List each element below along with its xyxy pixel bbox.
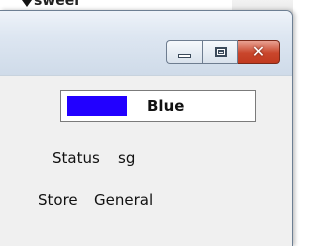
close-icon: ✕ xyxy=(251,42,266,61)
maximize-icon xyxy=(215,47,227,57)
window-controls: ✕ xyxy=(166,40,280,64)
status-label: Status xyxy=(52,149,100,167)
color-swatch xyxy=(67,96,127,116)
color-selector[interactable]: Blue xyxy=(60,90,256,122)
title-bar[interactable]: ✕ xyxy=(0,11,292,75)
color-name: Blue xyxy=(147,97,185,115)
store-value: General xyxy=(94,191,154,209)
minimize-icon xyxy=(178,54,191,58)
window-content: Blue Status sg Store General xyxy=(0,75,292,246)
background-window-text: sweel xyxy=(34,0,80,9)
close-button[interactable]: ✕ xyxy=(238,40,280,64)
store-label: Store xyxy=(38,191,78,209)
dialog-window: ✕ Blue Status sg Store General xyxy=(0,10,293,246)
minimize-button[interactable] xyxy=(166,40,202,64)
dropdown-arrow-icon[interactable] xyxy=(22,0,32,7)
desktop-area xyxy=(293,0,319,246)
maximize-button[interactable] xyxy=(202,40,238,64)
status-value: sg xyxy=(118,149,136,167)
